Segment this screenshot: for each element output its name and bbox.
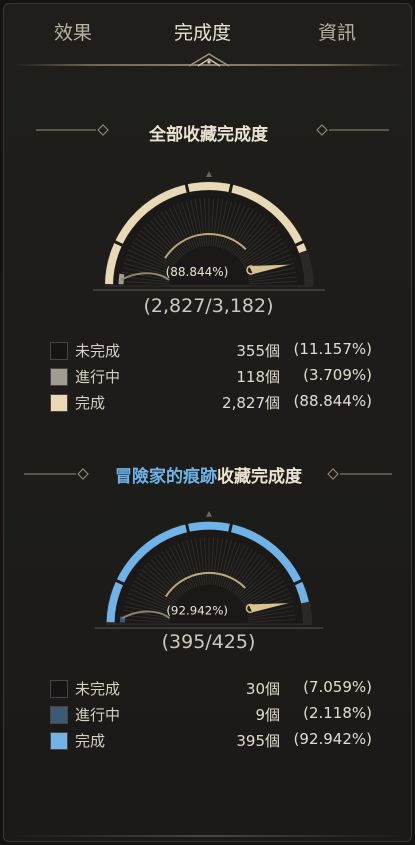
legend-label: 未完成 (75, 342, 121, 360)
legend-count: 9個 (255, 706, 280, 724)
legend-all: 未完成 355個 (11.157%) 進行中 118個 (3.709%) 完成 … (50, 338, 372, 416)
legend-label: 未完成 (75, 680, 121, 698)
legend-label: 進行中 (75, 706, 121, 724)
legend-row-incomplete: 未完成 355個 (11.157%) (50, 338, 372, 364)
legend-count: 118個 (236, 368, 280, 386)
legend-percent: (88.844%) (293, 392, 372, 410)
legend-swatch (50, 680, 68, 698)
completion-gauge-adventurer: (92.942%) (94, 510, 324, 629)
legend-percent: (11.157%) (293, 340, 372, 358)
tab-completion[interactable]: 完成度 (174, 18, 231, 45)
section-title-text: 收藏完成度 (217, 467, 302, 487)
legend-count: 395個 (236, 732, 280, 750)
title-ornament-right-icon (327, 468, 392, 480)
legend-percent: (2.118%) (303, 704, 372, 722)
legend-row-incomplete: 未完成 30個 (7.059%) (50, 676, 372, 702)
collection-panel: 效果 完成度 資訊 全部收藏完成度 (88.844%) (2,827/3,182… (3, 3, 412, 842)
legend-row-complete: 完成 395個 (92.942%) (50, 728, 372, 754)
section-title-highlight: 冒險家的痕跡 (115, 467, 217, 487)
legend-row-complete: 完成 2,827個 (88.844%) (50, 390, 372, 416)
active-tab-ornament-icon (188, 53, 230, 67)
legend-swatch (50, 706, 68, 724)
section-title-text: 全部收藏完成度 (149, 125, 268, 145)
legend-row-in-progress: 進行中 118個 (3.709%) (50, 364, 372, 390)
legend-label: 完成 (75, 394, 106, 412)
tab-effects[interactable]: 效果 (54, 18, 92, 45)
legend-label: 完成 (75, 732, 106, 750)
legend-count: 2,827個 (222, 394, 280, 412)
gauge-top-marker-icon (206, 171, 212, 177)
gauge-count-adventurer: (395/425) (161, 631, 256, 653)
title-ornament-right-icon (316, 124, 389, 136)
gauge-percent-label: (88.844%) (166, 265, 229, 279)
panel-bottom-border (12, 835, 405, 837)
legend-count: 30個 (245, 680, 280, 698)
completion-gauge-all: (88.844%) (93, 171, 325, 291)
legend-swatch (50, 732, 68, 750)
legend-swatch (50, 342, 68, 360)
legend-row-in-progress: 進行中 9個 (2.118%) (50, 702, 372, 728)
tab-info[interactable]: 資訊 (318, 18, 356, 45)
legend-adventurer: 未完成 30個 (7.059%) 進行中 9個 (2.118%) 完成 395個… (50, 676, 372, 754)
tab-bar: 效果 完成度 資訊 (4, 4, 413, 67)
legend-percent: (7.059%) (303, 678, 372, 696)
legend-percent: (92.942%) (293, 730, 372, 748)
legend-label: 進行中 (75, 368, 121, 386)
legend-percent: (3.709%) (303, 366, 372, 384)
gauge-percent-label: (92.942%) (166, 603, 228, 617)
legend-count: 355個 (236, 342, 280, 360)
gauge-count-all: (2,827/3,182) (143, 295, 274, 317)
legend-swatch (50, 394, 68, 412)
legend-swatch (50, 368, 68, 386)
gauge-top-marker-icon (206, 510, 212, 517)
